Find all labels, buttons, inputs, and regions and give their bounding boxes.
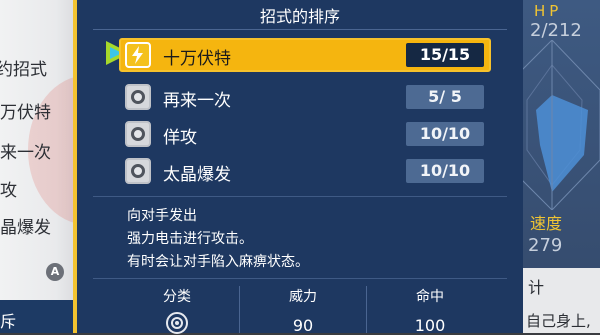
stat-radar-chart (522, 40, 600, 210)
background-left-move-list: 约招式 万伏特 来一次 攻 晶爆发 A 斥 (0, 0, 80, 333)
divider (93, 196, 507, 197)
background-item: 来一次 (0, 143, 51, 163)
category-stat: 分类 (117, 286, 237, 334)
description-line: 强力电击进行攻击。 (127, 231, 253, 247)
move-pp: 5/ 5 (406, 85, 484, 109)
background-item: 约招式 (0, 60, 47, 80)
move-row-feint[interactable]: 佯攻 10/10 (119, 117, 491, 151)
description-line: 向对手发出 (127, 208, 197, 224)
move-pp: 10/10 (406, 159, 484, 183)
background-item: 晶爆发 (0, 218, 51, 238)
normal-type-icon (125, 158, 151, 184)
speed-label: 速度 (530, 214, 563, 233)
move-row-tera-blast[interactable]: 太晶爆发 10/10 (119, 154, 491, 188)
accuracy-label: 命中 (416, 289, 444, 305)
power-value: 90 (292, 316, 314, 335)
accuracy-value: 100 (414, 316, 446, 335)
background-bottom-text: 斥 (0, 312, 17, 331)
normal-type-icon (125, 84, 151, 110)
background-item: 攻 (0, 181, 17, 201)
speed-value: 279 (528, 235, 563, 256)
panel-title: 招式的排序 (259, 7, 340, 26)
divider (93, 29, 507, 30)
stat-divider (239, 286, 240, 333)
move-row-encore[interactable]: 再来一次 5/ 5 (119, 80, 491, 114)
background-info-text: 计 (528, 278, 545, 297)
description-line: 有时会让对手陷入麻痹状态。 (127, 254, 309, 270)
power-label: 威力 (289, 289, 317, 305)
background-right-stats: HP 2/212 速度 279 计 自己身上, (522, 0, 600, 333)
move-name: 佯攻 (163, 128, 197, 148)
electric-type-icon (125, 42, 151, 68)
move-name: 再来一次 (163, 91, 231, 111)
a-button-hint-icon: A (46, 263, 64, 281)
move-order-panel: 招式的排序 十万伏特 15/15 再来一次 5/ 5 佯攻 10/10 太晶爆发… (73, 0, 523, 335)
move-name: 十万伏特 (163, 49, 231, 69)
accuracy-stat: 命中 100 (370, 286, 490, 335)
background-info-box: 计 自己身上, (522, 268, 600, 333)
move-pp: 15/15 (406, 43, 484, 67)
power-stat: 威力 90 (243, 286, 363, 335)
hp-label: HP (534, 2, 563, 20)
move-description: 向对手发出 强力电击进行攻击。 有时会让对手陷入麻痹状态。 (127, 205, 309, 274)
divider (93, 278, 507, 279)
hp-value: 2/212 (530, 20, 582, 41)
special-category-icon (166, 312, 188, 334)
stat-divider (366, 286, 367, 333)
move-pp: 10/10 (406, 122, 484, 146)
category-label: 分类 (163, 289, 191, 305)
background-item: 万伏特 (0, 103, 51, 123)
background-info-text: 自己身上, (526, 312, 591, 330)
move-name: 太晶爆发 (163, 165, 231, 185)
background-bottom-bar: 斥 (0, 300, 80, 333)
move-row-thunderbolt[interactable]: 十万伏特 15/15 (119, 38, 491, 72)
normal-type-icon (125, 121, 151, 147)
